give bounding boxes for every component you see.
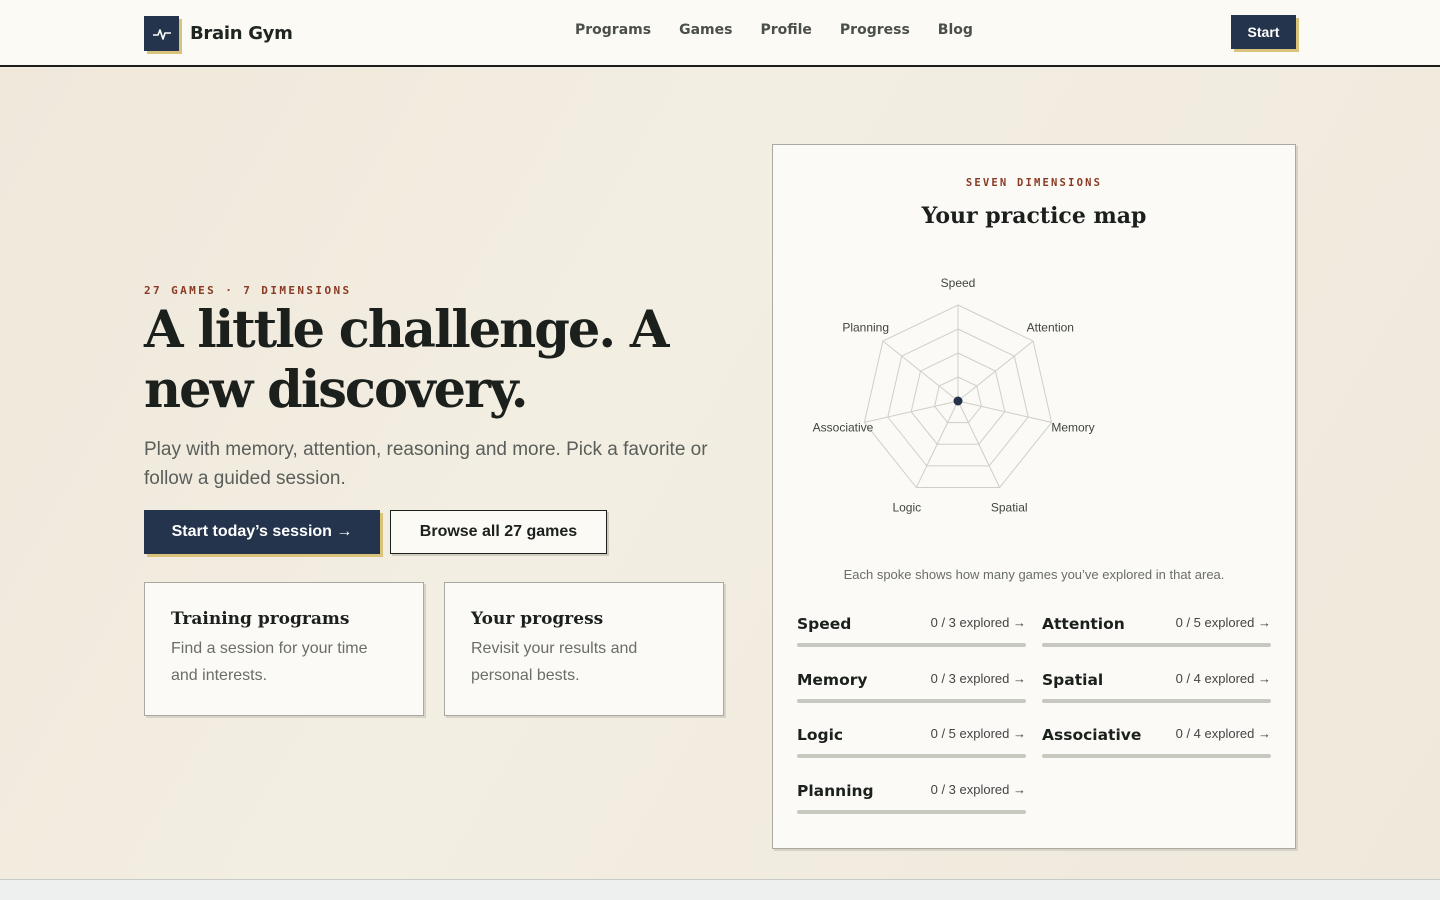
card-title: Your progress (471, 609, 604, 629)
panel-note: Each spoke shows how many games you’ve e… (843, 567, 1225, 582)
dimension-name: Associative (1042, 726, 1142, 744)
card-description: Find a session for your time and interes… (171, 640, 368, 684)
dimension-progress-bar (797, 754, 1026, 758)
card-title: Training programs (171, 609, 350, 629)
dimension-explored-link[interactable]: 0 / 5 explored → (931, 726, 1026, 741)
dimension-row[interactable]: Planning 0 / 3 explored → (797, 782, 1026, 822)
dimension-row[interactable]: Memory 0 / 3 explored → (797, 671, 1026, 711)
radar-axis-label: Attention (1027, 320, 1074, 334)
radar-axis-label: Speed (941, 276, 976, 290)
dimension-explored-link[interactable]: 0 / 3 explored → (931, 615, 1026, 630)
dimension-row[interactable]: Speed 0 / 3 explored → (797, 615, 1026, 655)
radar-axis-label: Spatial (991, 500, 1028, 514)
dimension-row[interactable]: Logic 0 / 5 explored → (797, 726, 1026, 766)
dimension-name: Spatial (1042, 670, 1104, 689)
hero-eyebrow: 27 GAMES · 7 DIMENSIONS (144, 284, 352, 297)
dimension-explored-link[interactable]: 0 / 3 explored → (931, 671, 1026, 686)
browse-games-button[interactable]: Browse all 27 games (390, 510, 607, 554)
practice-radar-chart: Speed Attention Memory Spatial Logic Associat… (813, 276, 1095, 514)
training-programs-card[interactable]: Training programs Find a session for you… (144, 582, 424, 716)
dimension-explored-link[interactable]: 0 / 4 explored → (1176, 671, 1271, 686)
start-button[interactable]: Start (1231, 15, 1296, 49)
hero-headline: A little challenge. A new discovery. (144, 300, 669, 420)
dimension-row[interactable]: Attention 0 / 5 explored → (1042, 615, 1271, 655)
your-progress-card[interactable]: Your progress Revisit your results and p… (444, 582, 724, 716)
dimension-progress-bar (1042, 754, 1271, 758)
radar-spoke (957, 400, 1052, 423)
nav-progress[interactable]: Progress (840, 22, 910, 38)
radar-axis-label: Logic (892, 500, 921, 514)
hero-lede: Play with memory, attention, reasoning a… (144, 439, 708, 489)
dimension-name: Memory (797, 670, 868, 689)
radar-spoke (864, 400, 959, 423)
dimension-name: Attention (1042, 615, 1125, 633)
card-description: Revisit your results and personal bests. (471, 640, 638, 684)
dimension-progress-bar (1042, 643, 1271, 647)
top-navigation-bar: Brain Gym Programs Games Profile Progres… (0, 0, 1440, 67)
radar-spoke (882, 340, 959, 402)
dimension-progress-bar (1042, 698, 1271, 703)
nav-programs[interactable]: Programs (575, 22, 651, 38)
dimension-row[interactable]: Spatial 0 / 4 explored → (1042, 671, 1271, 711)
dimension-row[interactable]: Associative 0 / 4 explored → (1042, 726, 1271, 766)
dimension-progress-bar (797, 643, 1026, 647)
dimension-explored-link[interactable]: 0 / 5 explored → (1176, 615, 1271, 630)
dimension-progress-bar (797, 809, 1026, 814)
dimension-name: Planning (797, 781, 874, 800)
dimension-name: Logic (797, 726, 844, 744)
nav-profile[interactable]: Profile (760, 22, 811, 38)
footer-strip (0, 879, 1440, 900)
radar-axis-label: Planning (842, 320, 889, 334)
start-session-button[interactable]: Start today’s session → (144, 510, 380, 554)
pulse-logo-icon (144, 16, 179, 51)
radar-spoke (957, 340, 1034, 402)
dimension-progress-bar (797, 698, 1026, 703)
main-nav: Programs Games Profile Progress Blog (575, 22, 1001, 38)
nav-games[interactable]: Games (679, 22, 732, 38)
nav-blog[interactable]: Blog (938, 22, 973, 38)
radar-center-point (953, 396, 963, 406)
brand[interactable]: Brain Gym (144, 16, 293, 51)
brand-name: Brain Gym (190, 23, 293, 44)
dimension-explored-link[interactable]: 0 / 4 explored → (1176, 726, 1271, 741)
dimension-explored-link[interactable]: 0 / 3 explored → (931, 782, 1026, 797)
dimension-name: Speed (797, 615, 852, 633)
radar-axis-label: Associative (813, 420, 874, 434)
practice-map-panel: SEVEN DIMENSIONS Your practice map Speed… (772, 144, 1296, 849)
radar-axis-label: Memory (1051, 420, 1094, 434)
